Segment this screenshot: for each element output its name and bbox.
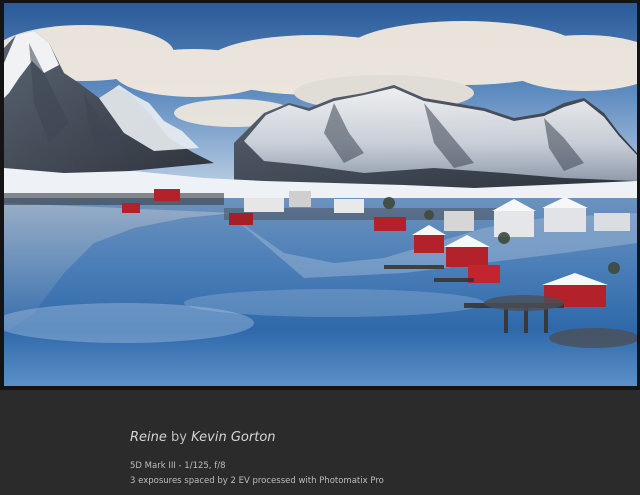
photo-frame <box>0 0 640 390</box>
location-title: Reine <box>130 430 167 445</box>
camera-settings: 5D Mark III - 1/125, f/8 <box>130 461 226 471</box>
processing-notes: 3 exposures spaced by 2 EV processed wit… <box>130 476 384 486</box>
by-label: by <box>171 430 187 445</box>
landscape-photo[interactable] <box>4 3 637 386</box>
photographer-name: Kevin Gorton <box>191 430 276 445</box>
photo-title: Reine by Kevin Gorton <box>130 430 276 445</box>
